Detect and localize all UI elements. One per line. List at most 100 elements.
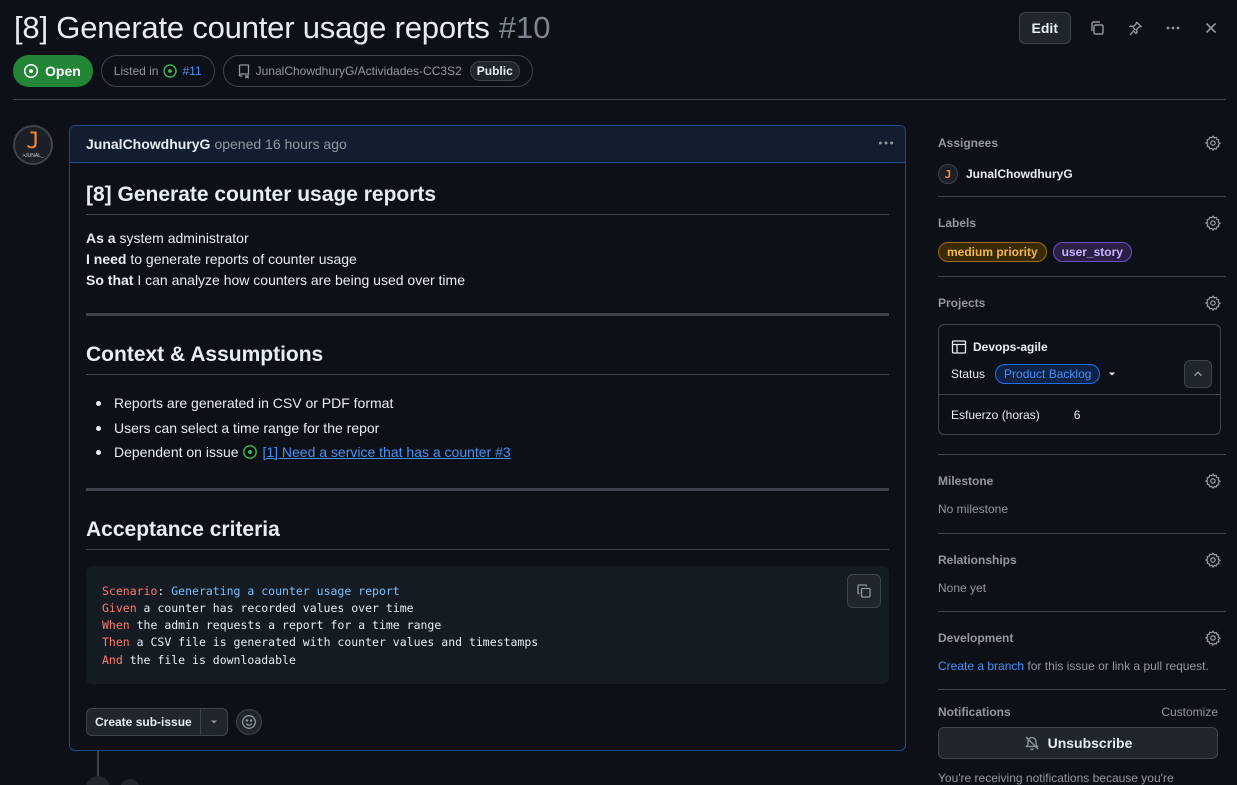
milestone-title[interactable]: Milestone — [938, 455, 1226, 488]
labels-title[interactable]: Labels — [938, 197, 1226, 230]
code-line: Scenario: Generating a counter usage rep… — [102, 583, 400, 598]
table-icon — [951, 340, 967, 354]
header-actions: Edit — [1018, 12, 1223, 44]
gear-icon[interactable] — [1205, 215, 1221, 231]
author-avatar[interactable]: J >JUNAL_ — [13, 125, 53, 165]
create-branch-link[interactable]: Create a branch — [938, 659, 1024, 673]
comment-options-icon[interactable] — [877, 134, 895, 155]
code-line: When the admin requests a report for a t… — [102, 618, 442, 633]
gear-icon[interactable] — [1205, 552, 1221, 568]
visibility-badge: Public — [469, 61, 520, 81]
chevron-down-icon[interactable] — [1106, 368, 1118, 380]
copy-icon — [857, 583, 871, 598]
pin-icon[interactable] — [1123, 16, 1147, 40]
listed-in-link[interactable]: #11 — [182, 64, 201, 78]
project-field-row[interactable]: Esfuerzo (horas) 6 — [939, 395, 1220, 434]
gear-icon[interactable] — [1205, 295, 1221, 311]
copy-link-icon[interactable] — [1085, 16, 1109, 40]
state-label: Open — [45, 63, 81, 79]
relationships-section: Relationships None yet — [938, 534, 1226, 612]
issue-open-icon — [243, 445, 258, 459]
bell-slash-icon — [1024, 736, 1039, 751]
relationships-title[interactable]: Relationships — [938, 534, 1226, 567]
add-reaction-button[interactable] — [235, 708, 262, 735]
section-divider — [86, 313, 889, 316]
comment-footer: Create sub-issue — [86, 707, 889, 736]
issue-open-icon — [23, 63, 39, 79]
comment-body: [8] Generate counter usage reports As a … — [70, 183, 905, 736]
create-subissue-button[interactable]: Create sub-issue — [87, 708, 201, 735]
user-story: As a system administrator I need to gene… — [86, 228, 889, 291]
code-line: Then a CSV file is generated with counte… — [102, 635, 539, 650]
project-name-row[interactable]: Devops-agile — [951, 339, 1208, 355]
issue-sidebar: Assignees J JunalChowdhuryG Labels mediu… — [938, 128, 1226, 785]
collapse-project-button[interactable] — [1184, 360, 1212, 388]
avatar: J — [938, 164, 958, 184]
list-item: Reports are generated in CSV or PDF form… — [86, 391, 889, 416]
development-section: Development Create a branch for this iss… — [938, 612, 1226, 690]
projects-section: Projects Devops-agile Status Product Bac… — [938, 277, 1226, 455]
project-card: Devops-agile Status Product Backlog Esfu… — [938, 324, 1221, 435]
story-line: I need to generate reports of counter us… — [86, 251, 357, 267]
list-item: Users can select a time range for the re… — [86, 416, 889, 441]
issue-open-icon — [163, 64, 178, 78]
notifications-reason: You're receiving notifications because y… — [938, 771, 1174, 785]
assignees-title[interactable]: Assignees — [938, 128, 1226, 150]
milestone-section: Milestone No milestone — [938, 455, 1226, 534]
timeline-badge — [86, 776, 110, 785]
label-medium-priority[interactable]: medium priority — [938, 242, 1047, 262]
issue-title-row: [8] Generate counter usage reports #10 — [14, 10, 550, 46]
more-options-icon[interactable] — [1161, 16, 1185, 40]
project-name[interactable]: Devops-agile — [973, 340, 1048, 354]
dependency-link[interactable]: [1] Need a service that has a counter #3 — [262, 444, 510, 460]
label-user-story[interactable]: user_story — [1052, 242, 1132, 262]
field-label: Esfuerzo (horas) — [951, 408, 1040, 422]
context-heading: Context & Assumptions — [86, 343, 889, 375]
code-line: Given a counter has recorded values over… — [102, 600, 414, 615]
repo-pill[interactable]: JunalChowdhuryG/Actividades-CC3S2 Public — [222, 55, 533, 87]
gear-icon[interactable] — [1205, 135, 1221, 151]
relationships-value: None yet — [938, 581, 987, 595]
smiley-icon — [241, 714, 256, 729]
assignee-name[interactable]: JunalChowdhuryG — [966, 167, 1073, 181]
code-block: Scenario: Generating a counter usage rep… — [86, 565, 889, 684]
repo-name[interactable]: JunalChowdhuryG/Actividades-CC3S2 — [256, 64, 462, 78]
status-value[interactable]: Product Backlog — [995, 364, 1101, 384]
chevron-up-icon — [1194, 371, 1202, 377]
comment-author[interactable]: JunalChowdhuryG — [86, 136, 210, 152]
close-icon[interactable] — [1199, 16, 1223, 40]
comment-header: JunalChowdhuryG opened 16 hours ago — [70, 126, 905, 163]
timeline-badge — [120, 779, 140, 785]
create-subissue-group: Create sub-issue — [86, 707, 228, 736]
comment-timestamp[interactable]: opened 16 hours ago — [214, 136, 346, 152]
status-label: Status — [951, 367, 986, 381]
development-text: Create a branch for this issue or link a… — [938, 659, 1226, 673]
issue-body-comment: JunalChowdhuryG opened 16 hours ago [8] … — [69, 125, 906, 751]
list-item: Dependent on issue [1] Need a service th… — [86, 440, 889, 465]
development-rest: for this issue or link a pull request. — [1024, 659, 1209, 673]
context-list: Reports are generated in CSV or PDF form… — [86, 391, 889, 465]
field-value[interactable]: 6 — [1074, 408, 1081, 422]
edit-button[interactable]: Edit — [1018, 12, 1071, 44]
project-card-header: Devops-agile Status Product Backlog — [939, 325, 1220, 395]
copy-code-button[interactable] — [847, 573, 881, 608]
notifications-section: Notifications Customize Unsubscribe You'… — [938, 690, 1226, 785]
story-line: As a system administrator — [86, 230, 249, 246]
unsubscribe-label: Unsubscribe — [1047, 735, 1133, 751]
gear-icon[interactable] — [1205, 630, 1221, 646]
issue-meta-row: Open Listed in #11 JunalChowdhuryG/Activ… — [13, 55, 533, 87]
body-heading: [8] Generate counter usage reports — [86, 183, 889, 215]
header-divider — [13, 99, 1226, 100]
project-status-row: Status Product Backlog — [951, 364, 1208, 384]
customize-link[interactable]: Customize — [1161, 705, 1218, 719]
listed-in-pill[interactable]: Listed in #11 — [100, 55, 215, 87]
development-title[interactable]: Development — [938, 612, 1226, 645]
avatar-letter: J — [26, 128, 40, 154]
projects-title[interactable]: Projects — [938, 277, 1226, 310]
assignee-item[interactable]: J JunalChowdhuryG — [938, 164, 1226, 184]
milestone-value: No milestone — [938, 502, 1009, 516]
gear-icon[interactable] — [1205, 473, 1221, 489]
assignees-section: Assignees J JunalChowdhuryG — [938, 128, 1226, 197]
unsubscribe-button[interactable]: Unsubscribe — [938, 727, 1218, 759]
chevron-down-icon[interactable] — [201, 709, 227, 735]
